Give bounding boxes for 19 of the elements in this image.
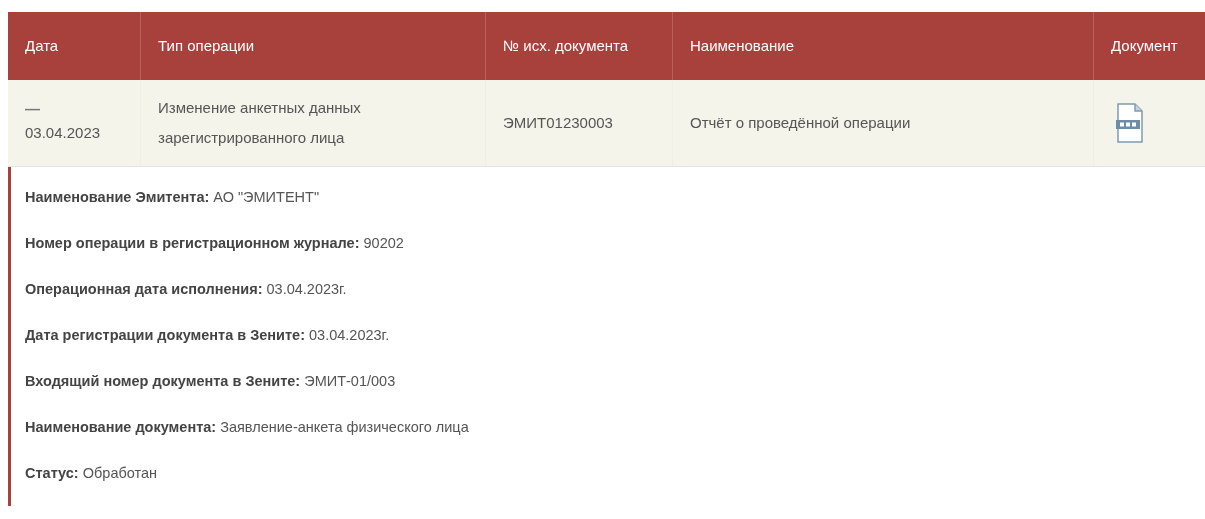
table-cell-text: ЭМИТ01230003	[503, 112, 613, 133]
table-cell-text: 03.04.2023	[25, 123, 102, 144]
detail-line: Статус: Обработан	[25, 464, 159, 483]
table-row[interactable]: — 03.04.2023 Изменение анкетных данных зарегистрированного лица ЭМИТ01230003 Отчёт о проведённой операции	[8, 80, 1205, 167]
table-cell-text: Отчёт о проведённой операции	[690, 112, 911, 133]
collapse-button[interactable]: —	[25, 101, 40, 117]
table-cell-text: Изменение анкетных данных зарегистрированного лица	[158, 98, 362, 148]
detail-line: Операционная дата исполнения: 03.04.2023г.	[25, 280, 348, 299]
detail-line: Входящий номер документа в Зените: ЭМИТ-01/003	[25, 372, 397, 391]
document-file-icon[interactable]	[1116, 103, 1144, 143]
column-header: Дата	[25, 35, 59, 56]
detail-line: Наименование документа: Заявление-анкета физического лица	[25, 418, 470, 437]
column-header: Тип операции	[158, 35, 254, 56]
column-header: Наименование	[690, 35, 794, 56]
column-header: № исх. документа	[503, 35, 629, 56]
detail-line: Номер операции в регистрационном журнале: 90202	[25, 234, 405, 253]
detail-line: Наименование Эмитента: АО "ЭМИТЕНТ"	[25, 188, 321, 207]
detail-line: Дата регистрации документа в Зените: 03.04.2023г.	[25, 326, 391, 345]
column-header: Документ	[1111, 35, 1178, 56]
